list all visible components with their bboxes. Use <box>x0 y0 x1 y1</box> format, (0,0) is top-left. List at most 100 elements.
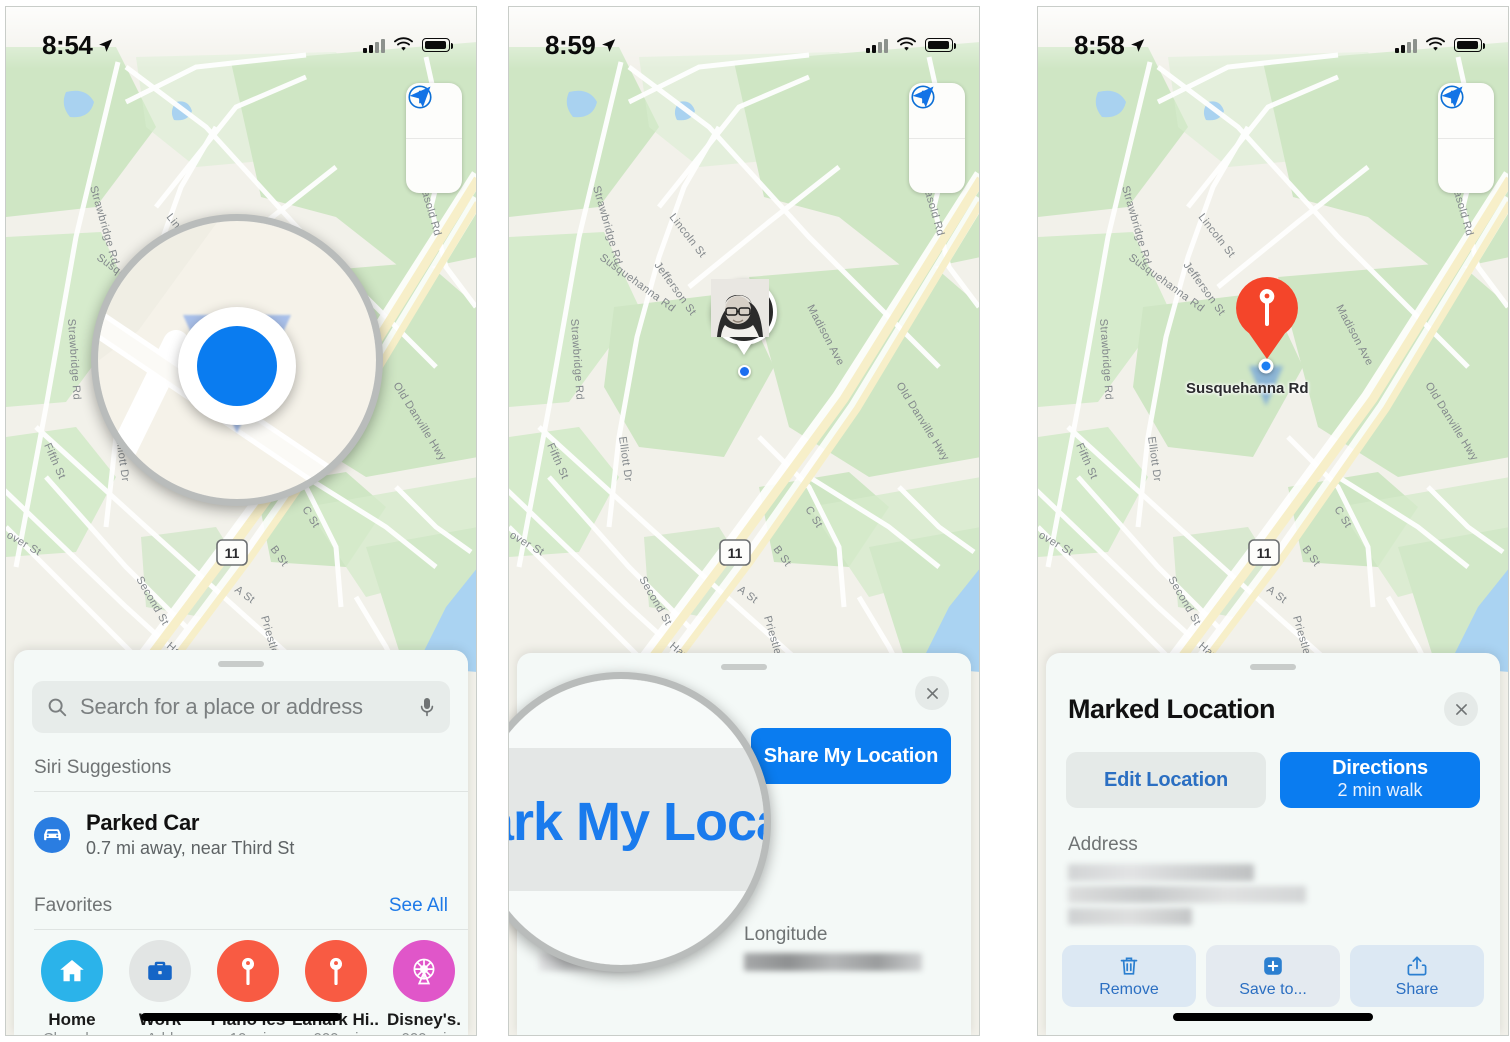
remove-button[interactable]: Remove <box>1062 945 1196 1007</box>
close-button[interactable] <box>915 676 949 710</box>
battery-icon <box>422 38 453 52</box>
map-pin-icon <box>1236 277 1298 359</box>
directions-eta: 2 min walk <box>1337 780 1423 801</box>
address-label: Address <box>1068 834 1138 855</box>
favorite-disney[interactable]: Disney's. 000 mi <box>380 940 468 1035</box>
share-my-location-button[interactable]: Share My Location <box>751 728 951 784</box>
locate-me-button[interactable] <box>406 86 462 193</box>
suggestion-title: Parked Car <box>86 810 200 835</box>
cellular-bars-icon <box>866 38 888 53</box>
location-arrow-icon <box>602 38 616 52</box>
share-my-location-label: Share My Location <box>763 744 939 767</box>
loupe-bg-top <box>509 679 764 748</box>
longitude-value-redacted <box>744 953 922 971</box>
longitude-label: Longitude <box>744 924 828 945</box>
address-value-redacted <box>1068 864 1478 925</box>
phone-panel-search: 11 Strawbridge Rd Susquehanna Rd Lincoln… <box>5 6 477 1036</box>
sheet-grabber[interactable] <box>218 661 264 667</box>
svg-text:11: 11 <box>225 545 240 561</box>
favorite-home[interactable]: Home Close by <box>28 940 116 1035</box>
sheet-header: Marked Location <box>1046 670 1500 726</box>
share-icon <box>1407 956 1427 975</box>
house-icon <box>41 940 103 1002</box>
svg-text:11: 11 <box>1257 545 1272 561</box>
close-icon <box>1455 703 1467 715</box>
microphone-icon[interactable] <box>418 695 436 719</box>
pin-icon <box>217 940 279 1002</box>
location-puck-zoomed <box>178 306 296 425</box>
cellular-bars-icon <box>363 38 385 53</box>
phone-panel-share-location: 11 Strawbridge Rd Susquehanna Rd Lincoln… <box>508 6 980 1036</box>
svg-text:11: 11 <box>728 545 743 561</box>
three-panel-tutorial: 11 Strawbridge Rd Susquehanna Rd Lincoln… <box>0 0 1510 1042</box>
wifi-icon <box>394 37 413 51</box>
page-title: Marked Location <box>1068 693 1276 724</box>
location-dot <box>738 365 751 378</box>
save-to-label: Save to... <box>1239 980 1307 998</box>
avatar <box>711 279 777 345</box>
close-icon <box>926 687 938 699</box>
map-controls-3[interactable] <box>1438 83 1494 193</box>
magnifier-location-puck <box>91 214 383 506</box>
phone-panel-marked-location: 11 Strawbridge Rd Susquehanna Rd Lincoln… <box>1037 6 1509 1036</box>
directions-label: Directions <box>1332 757 1428 780</box>
favorite-piano[interactable]: Piano les 10 mi <box>204 940 292 1035</box>
remove-label: Remove <box>1099 980 1159 998</box>
pin-icon <box>305 940 367 1002</box>
loupe-bg-bottom <box>509 890 764 965</box>
favorite-lanark[interactable]: Lanark Hi... 000 mi <box>292 940 380 1035</box>
status-bar-2: 8:59 <box>509 7 979 69</box>
search-placeholder: Search for a place or address <box>80 694 363 719</box>
edit-location-label: Edit Location <box>1103 768 1229 791</box>
search-input[interactable]: Search for a place or address <box>32 681 450 733</box>
avatar-tail <box>735 341 753 355</box>
locate-me-button[interactable] <box>909 86 965 193</box>
directions-button[interactable]: Directions 2 min walk <box>1280 752 1480 808</box>
secondary-actions: Remove Save to... Share <box>1046 925 1500 1007</box>
favorites-header: Favorites See All <box>14 873 468 929</box>
ferris-wheel-icon <box>393 940 455 1002</box>
status-bar-1: 8:54 <box>6 7 476 69</box>
map-controls-1[interactable] <box>406 83 462 193</box>
marked-location-sheet: Marked Location Edit Location Directions… <box>1046 653 1500 1035</box>
trash-icon <box>1120 957 1138 975</box>
primary-actions: Edit Location Directions 2 min walk <box>1046 726 1500 808</box>
status-time: 8:54 <box>42 29 93 60</box>
status-time: 8:58 <box>1074 29 1125 60</box>
magnified-label: Mark My Locat <box>509 792 764 852</box>
wifi-icon <box>1426 37 1445 51</box>
user-location-puck <box>1248 358 1283 406</box>
battery-icon <box>1454 38 1485 52</box>
favorite-label: Home <box>48 1010 96 1029</box>
user-avatar-bubble[interactable] <box>711 279 777 355</box>
cellular-bars-icon <box>1395 38 1417 53</box>
save-to-button[interactable]: Save to... <box>1206 945 1340 1007</box>
favorite-sub: 10 mi <box>204 1030 292 1035</box>
marked-location-pin[interactable] <box>1234 275 1298 359</box>
locate-me-button[interactable] <box>1438 86 1494 193</box>
battery-icon <box>925 38 956 52</box>
home-indicator <box>141 1013 341 1021</box>
favorite-work[interactable]: Work Add <box>116 940 204 1035</box>
status-bar-3: 8:58 <box>1038 7 1508 69</box>
favorites-label: Favorites <box>34 895 113 916</box>
map-controls-2[interactable] <box>909 83 965 193</box>
location-dot <box>197 325 277 406</box>
location-arrow-icon <box>99 38 113 52</box>
wifi-icon <box>897 37 916 51</box>
close-button[interactable] <box>1444 692 1478 726</box>
location-arrow-icon <box>1131 38 1145 52</box>
suggestion-parked-car[interactable]: Parked Car 0.7 mi away, near Third St <box>14 792 468 873</box>
share-button[interactable]: Share <box>1350 945 1484 1007</box>
edit-location-button[interactable]: Edit Location <box>1066 752 1266 808</box>
favorite-sub: Add <box>116 1030 204 1035</box>
magnifier-mark-my-location: Mark My Locat <box>509 672 771 972</box>
search-sheet: Search for a place or address Siri Sugge… <box>14 650 468 1035</box>
longitude-field: Longitude <box>744 924 949 971</box>
favorite-label: Disney's. <box>387 1010 461 1029</box>
search-icon <box>48 698 67 717</box>
add-square-icon <box>1264 956 1282 975</box>
favorite-sub: 000 mi <box>292 1030 380 1035</box>
see-all-link[interactable]: See All <box>389 895 448 917</box>
briefcase-icon <box>129 940 191 1002</box>
